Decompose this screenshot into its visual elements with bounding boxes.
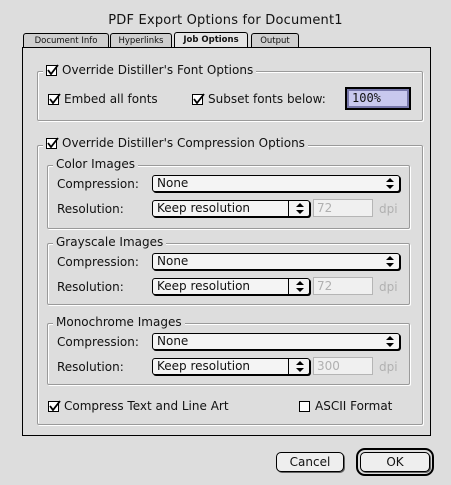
embed-fonts-option[interactable]: Embed all fonts [48, 92, 158, 106]
updown-arrows-icon [296, 281, 304, 292]
color-resolution-label: Resolution: [57, 202, 124, 216]
monochrome-compression-label: Compression: [57, 335, 139, 349]
color-dpi-unit: dpi [379, 202, 398, 216]
checkmark-icon [47, 136, 59, 148]
tab-document-info[interactable]: Document Info [23, 33, 109, 47]
embed-fonts-checkbox[interactable] [48, 92, 61, 105]
ascii-format-checkbox[interactable] [299, 400, 310, 412]
grayscale-compression-select[interactable]: None [152, 253, 400, 270]
grayscale-resolution-select[interactable]: Keep resolution [152, 278, 310, 295]
updown-arrows-icon [386, 336, 394, 347]
color-compression-label: Compression: [57, 177, 139, 191]
checkmark-icon [49, 399, 61, 411]
tab-job-options[interactable]: Job Options [174, 32, 248, 47]
tab-output[interactable]: Output [251, 33, 299, 47]
monochrome-compression-value: None [157, 334, 189, 348]
ok-button[interactable]: OK [356, 448, 434, 476]
grayscale-dpi-unit: dpi [379, 280, 398, 294]
color-images-heading: Color Images [53, 157, 138, 171]
grayscale-images-heading: Grayscale Images [53, 235, 167, 249]
tab-hyperlinks[interactable]: Hyperlinks [110, 33, 172, 47]
checkmark-icon [49, 92, 61, 104]
updown-arrows-icon [386, 178, 394, 189]
subset-fonts-checkbox[interactable] [192, 92, 205, 105]
subset-fonts-label: Subset fonts below: [208, 92, 326, 106]
grayscale-dpi-field[interactable]: 72 [313, 277, 373, 295]
monochrome-resolution-label: Resolution: [57, 360, 124, 374]
compress-text-option[interactable]: Compress Text and Line Art [48, 399, 229, 413]
grayscale-resolution-value: Keep resolution [157, 279, 251, 293]
subset-fonts-option[interactable]: Subset fonts below: [192, 92, 326, 106]
monochrome-images-heading: Monochrome Images [53, 315, 185, 329]
font-options-legend: Override Distiller's Font Options [43, 63, 257, 77]
checkmark-icon [193, 92, 205, 104]
override-compression-checkbox[interactable] [46, 136, 59, 149]
override-font-checkbox[interactable] [46, 63, 59, 76]
color-compression-select[interactable]: None [152, 175, 400, 192]
updown-arrows-icon [386, 256, 394, 267]
tab-label: Job Options [183, 35, 239, 45]
cancel-button[interactable]: Cancel [276, 452, 344, 472]
embed-fonts-label: Embed all fonts [64, 92, 158, 106]
ascii-format-option[interactable]: ASCII Format [299, 399, 392, 413]
grayscale-compression-value: None [157, 254, 189, 268]
tab-label: Hyperlinks [118, 36, 164, 46]
color-dpi-field[interactable]: 72 [313, 199, 373, 217]
checkmark-icon [47, 63, 59, 75]
monochrome-resolution-value: Keep resolution [157, 359, 251, 373]
override-compression-label: Override Distiller's Compression Options [62, 136, 305, 150]
color-resolution-select[interactable]: Keep resolution [152, 200, 310, 217]
ascii-format-label: ASCII Format [315, 399, 393, 413]
tab-label: Output [260, 36, 290, 46]
monochrome-dpi-unit: dpi [379, 360, 398, 374]
compress-text-checkbox[interactable] [48, 399, 61, 412]
updown-arrows-icon [296, 361, 304, 372]
override-font-label: Override Distiller's Font Options [62, 63, 254, 77]
updown-arrows-icon [296, 203, 304, 214]
subset-percent-field[interactable]: 100% [345, 87, 411, 110]
tab-label: Document Info [34, 36, 98, 46]
color-resolution-value: Keep resolution [157, 201, 251, 215]
grayscale-resolution-label: Resolution: [57, 280, 124, 294]
compress-text-label: Compress Text and Line Art [64, 399, 229, 413]
window-title: PDF Export Options for Document1 [108, 13, 343, 28]
compression-options-legend: Override Distiller's Compression Options [43, 136, 308, 150]
monochrome-dpi-field[interactable]: 300 [313, 357, 373, 375]
monochrome-compression-select[interactable]: None [152, 333, 400, 350]
monochrome-resolution-select[interactable]: Keep resolution [152, 358, 310, 375]
grayscale-compression-label: Compression: [57, 255, 139, 269]
color-compression-value: None [157, 176, 189, 190]
